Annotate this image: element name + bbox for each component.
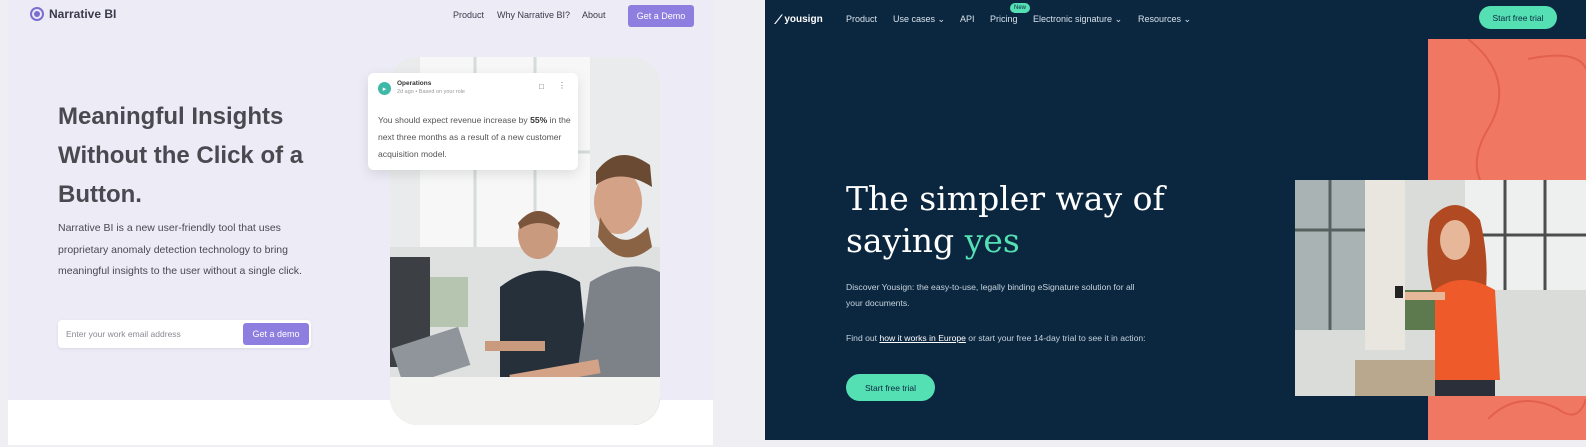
hero-title-accent: yes — [964, 221, 1020, 260]
insight-text-part: You should expect revenue increase by — [378, 115, 531, 125]
nav-about[interactable]: About — [582, 10, 606, 20]
nav-electronic-signature[interactable]: Electronic signature ⌄ — [1033, 14, 1122, 25]
hero-title-line: Meaningful Insights — [58, 103, 284, 130]
new-badge: New — [1010, 3, 1031, 13]
narrative-bi-logo[interactable]: Narrative BI — [30, 7, 116, 21]
get-a-demo-button[interactable]: Get a demo — [243, 323, 309, 345]
brand-name: Narrative BI — [49, 7, 117, 21]
insight-card: ▸ Operations 2d ago • Based on your role… — [368, 73, 578, 170]
chevron-down-icon: ⌄ — [1114, 14, 1123, 24]
more-options-icon[interactable]: ⋮ — [558, 81, 566, 90]
nav-label: Use cases — [893, 14, 936, 24]
nav-product[interactable]: Product — [846, 14, 877, 24]
work-email-input[interactable] — [66, 326, 236, 342]
how-it-works-link[interactable]: how it works in Europe — [879, 333, 965, 343]
logo-icon — [30, 7, 44, 21]
insight-card-title: Operations — [397, 80, 432, 87]
hero-title-line: Button. — [58, 181, 142, 208]
brand-name: yousign — [784, 13, 823, 25]
operations-icon: ▸ — [378, 82, 391, 95]
nav-api[interactable]: API — [960, 14, 975, 24]
screenshot-stage: Narrative BI Product Why Narrative BI? A… — [0, 0, 1586, 447]
nav-label: Electronic signature — [1033, 14, 1113, 24]
hero-title: The simpler way of saying yes — [846, 178, 1176, 262]
yousign-page: ⁄ yousign Product Use cases ⌄ API Pricin… — [765, 0, 1586, 440]
start-free-trial-button[interactable]: Start free trial — [846, 374, 935, 401]
insight-highlight: 55% — [530, 115, 548, 125]
hero-description: Narrative BI is a new user-friendly tool… — [58, 222, 302, 278]
yousign-logo-icon: ⁄ — [777, 11, 780, 27]
hero-trial-text: Find out how it works in Europe or start… — [846, 330, 1146, 346]
nav-why-narrative-bi[interactable]: Why Narrative BI? — [497, 10, 570, 20]
yousign-logo[interactable]: ⁄ yousign — [777, 11, 823, 27]
nav-resources[interactable]: Resources ⌄ — [1138, 14, 1191, 25]
hero-description: Discover Yousign: the easy-to-use, legal… — [846, 282, 1135, 308]
get-a-demo-nav-button[interactable]: Get a Demo — [628, 5, 694, 27]
photo-illustration — [1295, 180, 1586, 396]
nav-product[interactable]: Product — [453, 10, 484, 20]
start-free-trial-nav-button[interactable]: Start free trial — [1479, 6, 1557, 29]
trial-text-part: Find out — [846, 333, 880, 343]
trial-text-part: or start your free 14-day trial to see i… — [965, 333, 1146, 343]
chevron-down-icon: ⌄ — [937, 14, 946, 24]
narrative-bi-page: Narrative BI Product Why Narrative BI? A… — [8, 0, 713, 445]
nav-use-cases[interactable]: Use cases ⌄ — [893, 14, 945, 25]
hero-title-line: Without the Click of a — [58, 142, 304, 169]
nav-pricing[interactable]: Pricing — [990, 14, 1018, 24]
email-signup-form: Get a demo — [58, 320, 311, 348]
insight-card-meta: 2d ago • Based on your role — [397, 89, 465, 95]
bookmark-icon[interactable]: □ — [539, 82, 544, 91]
chevron-down-icon: ⌄ — [1183, 14, 1192, 24]
insight-card-text: You should expect revenue increase by 55… — [378, 112, 573, 163]
woman-with-phone-photo — [1295, 180, 1586, 396]
nav-label: Resources — [1138, 14, 1182, 24]
hero-title: Meaningful Insights Without the Click of… — [58, 97, 348, 214]
